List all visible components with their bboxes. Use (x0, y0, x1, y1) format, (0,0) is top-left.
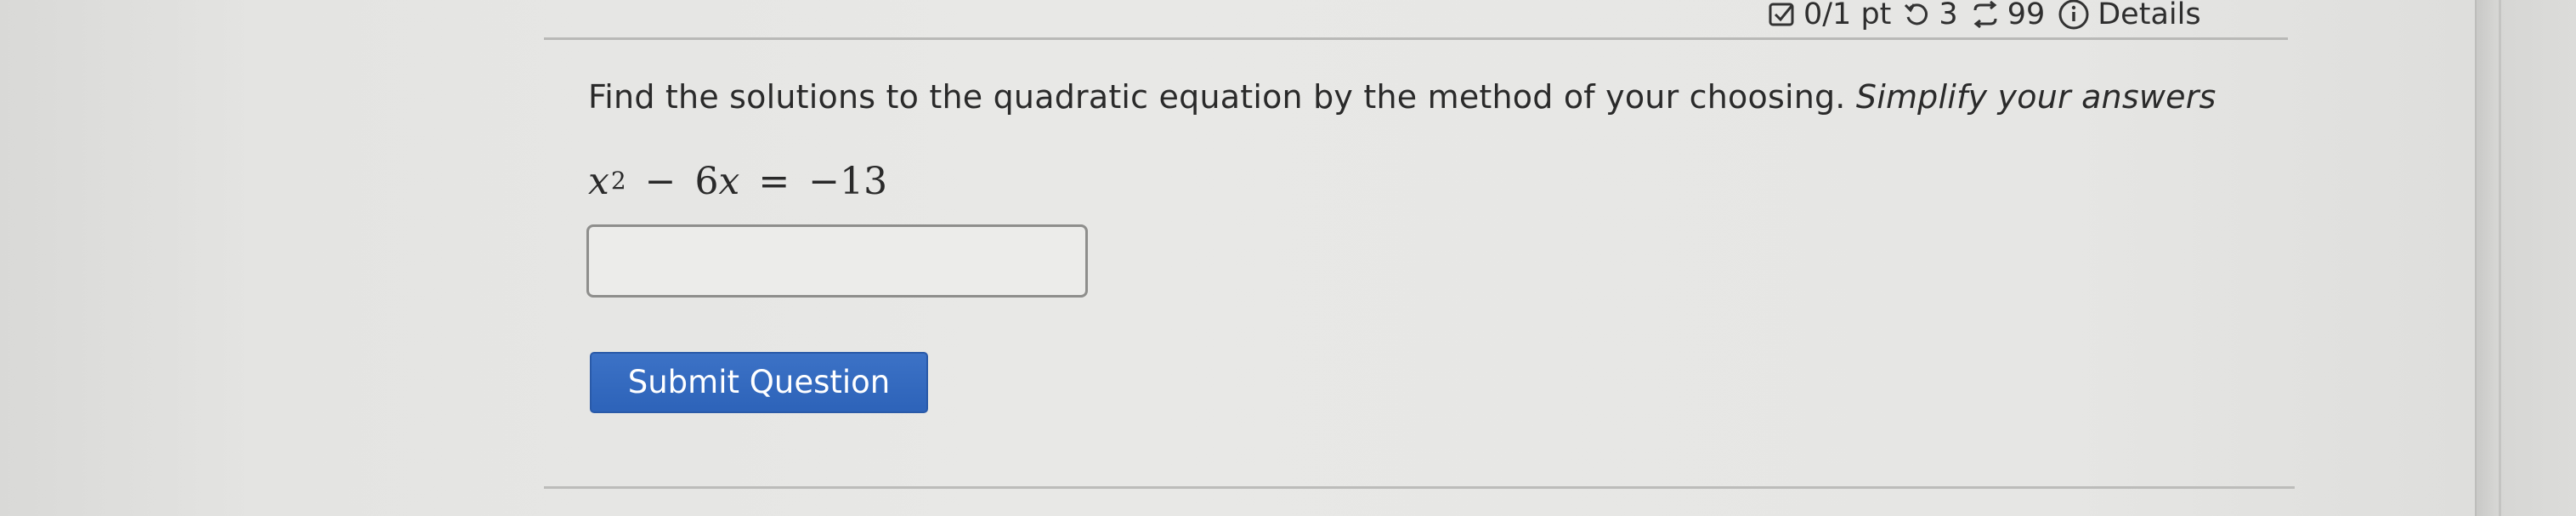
attempts-indicator: 99 (1970, 0, 2046, 31)
answer-input[interactable] (586, 224, 1088, 298)
equation-variable: x (588, 160, 609, 203)
equation-term-variable: x (718, 160, 740, 203)
equation-exponent: 2 (610, 167, 626, 195)
question-prompt: Find the solutions to the quadratic equa… (588, 78, 2216, 116)
retries-count: 3 (1939, 0, 1958, 31)
equation-rhs: −13 (808, 160, 888, 203)
question-top-divider (544, 37, 2288, 40)
quadratic-equation: x 2 − 6 x = −13 (588, 160, 887, 203)
prompt-text: Find the solutions to the quadratic equa… (588, 78, 1846, 116)
equation-minus: − (644, 160, 677, 203)
retry-icon (1903, 0, 1932, 29)
submit-question-button[interactable]: Submit Question (590, 352, 928, 413)
score-text: 0/1 pt (1803, 0, 1892, 31)
scrollbar-gutter[interactable] (2475, 0, 2576, 516)
details-label[interactable]: Details (2098, 0, 2200, 31)
score-indicator: 0/1 pt (1768, 0, 1891, 31)
checkbox-icon (1768, 0, 1797, 29)
details-link[interactable]: Details (2057, 0, 2201, 31)
equation-equals: = (758, 160, 790, 203)
prompt-emphasis: Simplify your answers (1855, 78, 2216, 116)
attempts-icon (1970, 0, 2001, 29)
question-bottom-divider (544, 486, 2295, 489)
question-header: 0/1 pt 3 99 Details (1768, 0, 2201, 36)
info-icon (2057, 0, 2091, 31)
attempts-count: 99 (2007, 0, 2046, 31)
equation-coefficient: 6 (694, 160, 719, 203)
retries-indicator: 3 (1903, 0, 1958, 31)
gutter-divider (2499, 0, 2501, 516)
